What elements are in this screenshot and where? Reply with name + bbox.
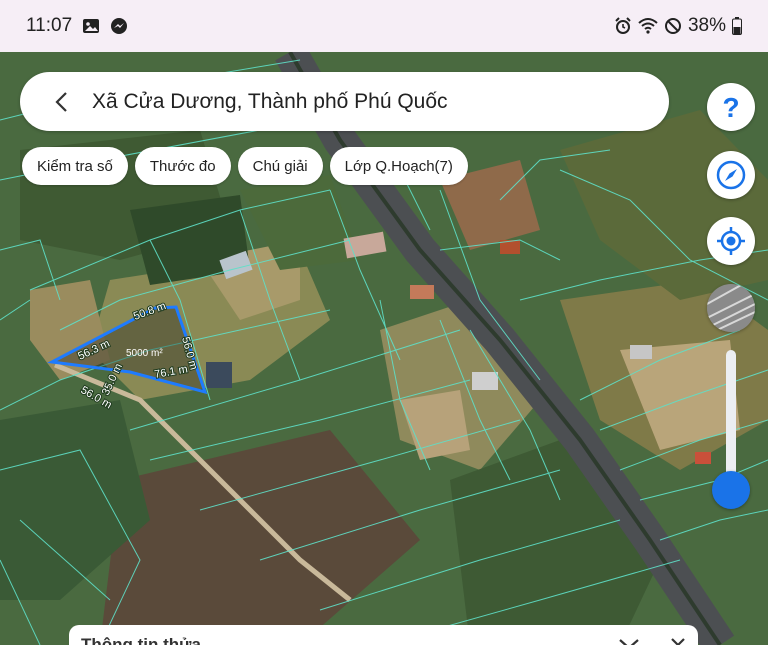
my-location-icon [717,227,745,255]
help-button[interactable]: ? [707,83,755,131]
layer-thumbnail-button[interactable] [707,284,755,332]
my-location-button[interactable] [707,217,755,265]
no-disturb-icon [664,17,682,35]
plot-info-sheet[interactable]: Thông tin thửa [69,625,698,645]
status-time: 11:07 [26,15,73,36]
back-arrow-icon[interactable] [54,90,74,114]
wifi-icon [638,17,658,35]
svg-text:?: ? [722,92,739,122]
status-bar: 11:07 38% [0,0,768,52]
gallery-icon [82,17,100,35]
status-right: 38% [614,15,742,37]
search-bar[interactable]: Xã Cửa Dương, Thành phố Phú Quốc [20,72,669,131]
close-icon[interactable] [670,637,686,645]
plot-area-label: 5000 m² [126,348,163,359]
chip-check-number[interactable]: Kiểm tra số [22,147,128,185]
chip-legend[interactable]: Chú giải [237,147,323,185]
help-icon: ? [722,92,739,122]
chip-planning-layer[interactable]: Lớp Q.Hoạch(7) [329,147,468,185]
layer-preview-icon [707,284,755,332]
satellite-map[interactable]: 50.8 m 56.3 m 56.0 m 76.1 m 56.0 m 35.0 … [0,52,768,645]
map-canvas[interactable]: 50.8 m 56.3 m 56.0 m 76.1 m 56.0 m 35.0 … [0,52,768,645]
opacity-slider-thumb[interactable] [712,471,750,509]
tool-chip-row: Kiểm tra số Thước đo Chú giải Lớp Q.Hoạc… [22,147,468,185]
location-title[interactable]: Xã Cửa Dương, Thành phố Phú Quốc [92,90,448,114]
battery-icon [732,17,742,35]
sheet-title: Thông tin thửa [81,635,201,645]
collapse-chevron-icon[interactable] [618,637,640,645]
messenger-icon [110,17,128,35]
alarm-icon [614,17,632,35]
compass-icon [716,160,746,190]
compass-button[interactable] [707,151,755,199]
status-left: 11:07 [26,15,128,37]
chip-measure[interactable]: Thước đo [134,147,231,185]
sheet-actions [618,637,686,645]
battery-percent: 38% [687,15,726,36]
